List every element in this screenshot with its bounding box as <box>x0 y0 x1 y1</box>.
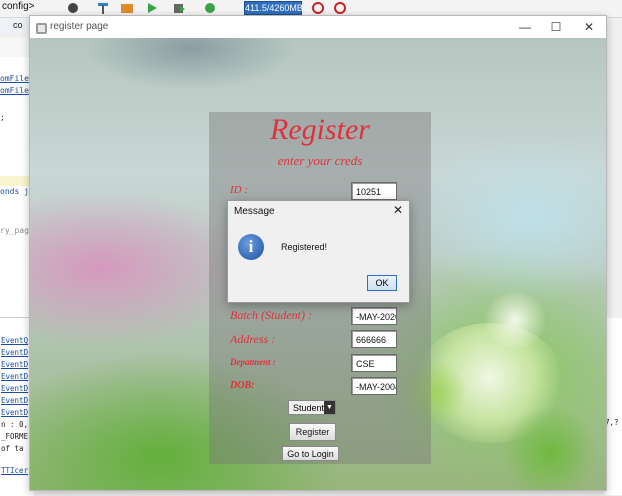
department-label: Depatment : <box>230 357 276 367</box>
code-line: ry_pag <box>0 226 29 235</box>
code-line: omFile <box>0 86 29 95</box>
dialog-title: Message <box>234 206 275 217</box>
department-field[interactable]: CSE <box>351 354 397 372</box>
profile-icon[interactable] <box>203 1 217 15</box>
role-dropdown-value: Student <box>293 403 325 413</box>
output-line[interactable]: EventD <box>1 360 28 369</box>
hammer-icon[interactable] <box>96 1 110 15</box>
code-line: onds j <box>0 187 29 196</box>
output-line: _FORME <box>1 432 29 441</box>
java-app-icon <box>36 21 47 34</box>
output-line[interactable]: EventD <box>1 408 28 417</box>
code-line: ; <box>0 113 5 122</box>
clean-build-icon[interactable] <box>120 1 134 15</box>
run-icon[interactable] <box>145 1 159 15</box>
dob-field[interactable]: -MAY-2004 <box>351 377 397 395</box>
output-line[interactable]: EventD <box>1 348 28 357</box>
maximize-button[interactable]: ☐ <box>542 18 570 36</box>
output-line: of ta <box>1 444 24 453</box>
leaf-decoration <box>500 408 600 490</box>
window-titlebar[interactable]: register page — ☐ ✕ <box>30 16 606 38</box>
register-button[interactable]: Register <box>289 423 336 441</box>
register-subheading: enter your creds <box>277 153 363 168</box>
minimize-button[interactable]: — <box>511 18 539 36</box>
role-dropdown[interactable]: Student ▼ <box>288 400 336 415</box>
dialog-message: Registered! <box>281 242 328 252</box>
address-label: Address : <box>230 332 276 346</box>
output-line: 7,? <box>605 418 619 427</box>
code-line: omFile <box>0 74 29 83</box>
info-icon: i <box>238 234 264 260</box>
output-line[interactable]: TTIcer <box>1 466 28 475</box>
debug-icon[interactable] <box>172 1 186 15</box>
batch-field[interactable]: -MAY-2026 <box>351 307 397 325</box>
output-line[interactable]: EventQ <box>1 336 28 345</box>
batch-label: Batch (Student) : <box>230 308 312 322</box>
id-label: ID : <box>230 184 249 196</box>
go-to-login-button[interactable]: Go to Login <box>282 446 339 461</box>
flower-decoration <box>480 293 550 348</box>
message-dialog: Message ✕ i Registered! OK <box>227 200 410 303</box>
chevron-down-icon[interactable]: ▼ <box>324 401 335 414</box>
window-title: register page <box>50 21 109 32</box>
config-selector[interactable]: config> <box>2 1 35 12</box>
gear-icon[interactable] <box>66 1 80 15</box>
register-heading: Register <box>270 113 370 146</box>
gc-icon-2[interactable] <box>334 1 348 15</box>
output-line[interactable]: EventD <box>1 384 28 393</box>
output-line: n : 0, <box>1 420 29 429</box>
memory-indicator[interactable]: 411.5/4260MB <box>244 1 303 15</box>
output-line[interactable]: EventD <box>1 372 28 381</box>
dob-label: DOB: <box>230 380 255 391</box>
ide-output-right: 7,? <box>605 318 622 495</box>
id-field[interactable]: 10251 <box>351 182 397 200</box>
output-line[interactable]: EventD <box>1 396 28 405</box>
gc-icon[interactable] <box>312 1 326 15</box>
address-field[interactable]: 666666 <box>351 330 397 348</box>
close-button[interactable]: ✕ <box>575 18 603 36</box>
close-icon[interactable]: ✕ <box>393 203 403 217</box>
ide-tab[interactable]: co <box>13 20 23 30</box>
ok-button[interactable]: OK <box>367 275 397 291</box>
